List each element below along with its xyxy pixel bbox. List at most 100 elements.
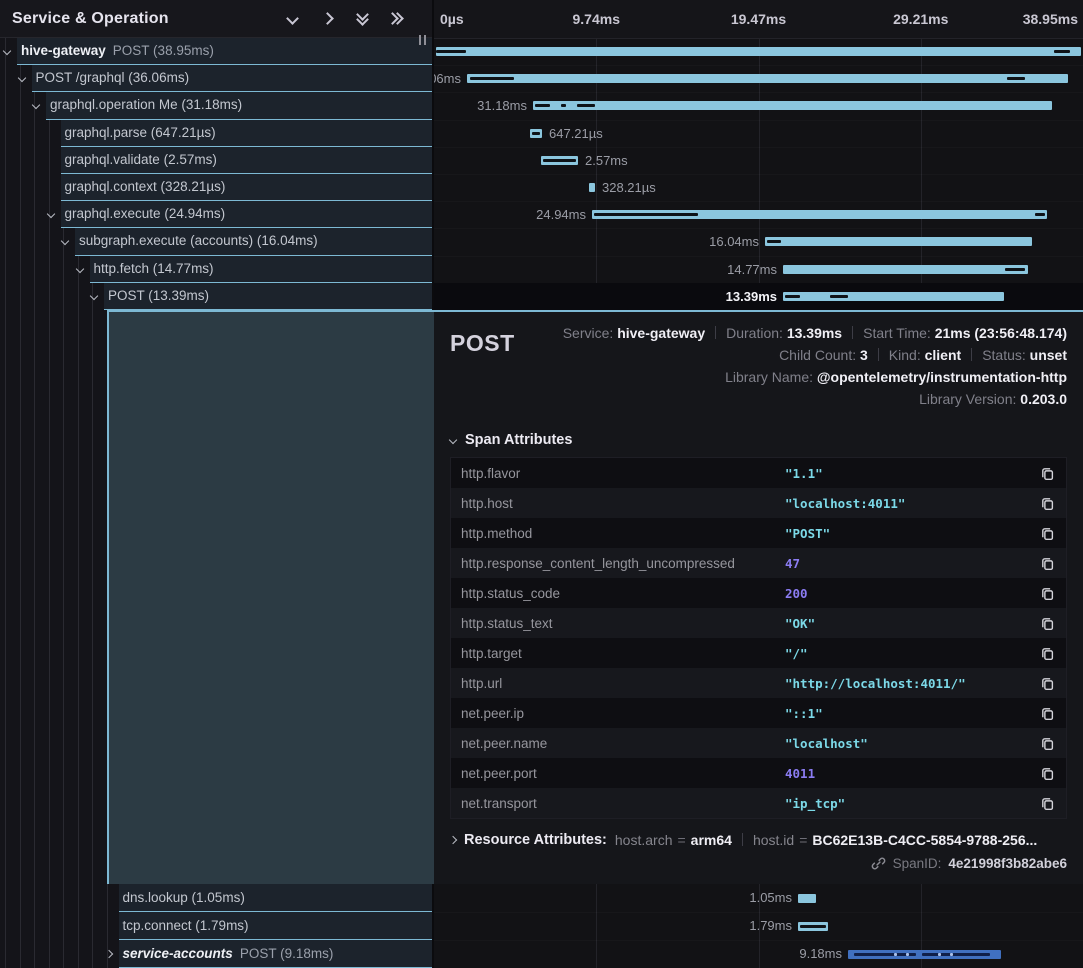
span-duration-label: 9.18ms (799, 940, 842, 968)
span-duration-label: 14.77ms (727, 256, 777, 283)
tree-span-row[interactable]: service-accountsPOST (9.18ms) (0, 940, 432, 968)
axis-tick: 0µs (440, 0, 464, 38)
meta-value: unset (1030, 347, 1067, 363)
timeline-span-row[interactable]: 38.95ms (434, 38, 1083, 66)
timeline-span-row[interactable]: 2.57ms (434, 147, 1083, 175)
panel-resize-handle[interactable] (419, 35, 426, 45)
span-duration-label: 36.06ms (434, 65, 461, 92)
collapse-one-icon[interactable] (285, 12, 299, 26)
attribute-key: net.peer.name (461, 736, 785, 751)
timeline-span-row[interactable]: 647.21µs (434, 120, 1083, 148)
tree-span-row[interactable]: graphql.parse (647.21µs) (0, 120, 432, 147)
span-attributes-header[interactable]: Span Attributes (450, 432, 1067, 448)
chevron-down-icon[interactable] (75, 264, 83, 272)
attribute-key: http.host (461, 496, 785, 511)
expand-all-icon[interactable] (390, 12, 404, 26)
attribute-row: http.target"/" (451, 638, 1066, 668)
copy-icon[interactable] (1038, 524, 1056, 542)
tree-span-row[interactable]: POST (13.39ms) (0, 283, 432, 310)
attribute-row: http.method"POST" (451, 518, 1066, 548)
link-icon[interactable] (871, 856, 886, 871)
tree-row-band: hive-gatewayPOST (38.95ms) (17, 38, 432, 65)
attribute-row: net.peer.name"localhost" (451, 728, 1066, 758)
chevron-down-icon[interactable] (90, 292, 98, 300)
attribute-row: net.peer.port4011 (451, 758, 1066, 788)
copy-icon[interactable] (1038, 614, 1056, 632)
span-duration-bar[interactable] (467, 74, 1068, 83)
timeline-span-row[interactable]: 1.05ms (434, 884, 1083, 913)
tree-span-row[interactable]: hive-gatewayPOST (38.95ms) (0, 38, 432, 65)
chevron-down-icon[interactable] (3, 47, 11, 55)
attribute-value: "POST" (785, 526, 1038, 541)
span-duration-bar[interactable] (783, 265, 1028, 274)
tree-header-icons (285, 12, 404, 26)
attribute-key: http.status_text (461, 616, 785, 631)
tree-span-row[interactable]: subgraph.execute (accounts) (16.04ms) (0, 228, 432, 255)
timeline-span-row[interactable]: 31.18ms (434, 92, 1083, 120)
span-duration-bar[interactable] (589, 183, 595, 192)
meta-value: 13.39ms (787, 325, 842, 341)
chevron-right-icon[interactable] (104, 949, 112, 957)
resource-attributes-row[interactable]: Resource Attributes: host.arch=arm64host… (450, 832, 1067, 848)
copy-icon[interactable] (1038, 764, 1056, 782)
attribute-row: http.flavor"1.1" (451, 458, 1066, 488)
span-duration-bar[interactable] (541, 156, 578, 165)
tree-row-band: graphql.operation Me (31.18ms) (46, 92, 432, 119)
copy-icon[interactable] (1038, 584, 1056, 602)
span-duration-bar[interactable] (765, 237, 1032, 246)
tree-span-row[interactable]: http.fetch (14.77ms) (0, 256, 432, 283)
attribute-key: http.target (461, 646, 785, 661)
span-duration-bar[interactable] (848, 950, 1001, 959)
tree-row-label: graphql.validate (2.57ms) (61, 147, 217, 173)
span-duration-bar[interactable] (533, 101, 1052, 110)
copy-icon[interactable] (1038, 554, 1056, 572)
tree-span-row[interactable]: graphql.execute (24.94ms) (0, 201, 432, 228)
copy-icon[interactable] (1038, 674, 1056, 692)
timeline-span-row[interactable]: 13.39ms (434, 283, 1083, 311)
span-duration-bar[interactable] (798, 922, 828, 931)
span-duration-bar[interactable] (436, 47, 1081, 56)
span-duration-bar[interactable] (592, 210, 1047, 219)
timeline-span-row[interactable]: 1.79ms (434, 912, 1083, 941)
chevron-down-icon[interactable] (32, 101, 40, 109)
tree-row-label: POST (13.39ms) (104, 283, 209, 309)
span-duration-label: 1.79ms (749, 912, 792, 940)
tree-span-row[interactable]: graphql.context (328.21µs) (0, 174, 432, 201)
timeline-span-row[interactable]: 16.04ms (434, 228, 1083, 256)
tree-span-row[interactable]: graphql.operation Me (31.18ms) (0, 92, 432, 119)
chevron-down-icon[interactable] (46, 210, 54, 218)
copy-icon[interactable] (1038, 464, 1056, 482)
copy-icon[interactable] (1038, 794, 1056, 812)
expand-one-icon[interactable] (320, 12, 334, 26)
copy-icon[interactable] (1038, 734, 1056, 752)
timeline-span-row[interactable]: 36.06ms (434, 65, 1083, 93)
copy-icon[interactable] (1038, 644, 1056, 662)
tree-row-band: dns.lookup (1.05ms) (119, 884, 433, 912)
collapse-all-icon[interactable] (355, 12, 369, 26)
tree-span-row[interactable]: POST /graphql (36.06ms) (0, 65, 432, 92)
timeline-span-row[interactable]: 9.18ms (434, 940, 1083, 968)
span-duration-bar[interactable] (530, 129, 542, 138)
attribute-value: "::1" (785, 706, 1038, 721)
tree-row-band: graphql.context (328.21µs) (61, 174, 433, 201)
tree-span-row[interactable]: dns.lookup (1.05ms) (0, 884, 432, 912)
span-attributes-title: Span Attributes (465, 432, 572, 448)
meta-value: 3 (860, 347, 868, 363)
span-tree-panel: Service & Operation hive-gatewayPOST (38… (0, 0, 434, 968)
copy-icon[interactable] (1038, 494, 1056, 512)
attribute-value: "localhost" (785, 736, 1038, 751)
tree-row-band: graphql.validate (2.57ms) (61, 147, 433, 174)
span-duration-bar[interactable] (783, 292, 1004, 301)
chevron-down-icon (449, 436, 457, 444)
tree-span-row[interactable]: tcp.connect (1.79ms) (0, 912, 432, 940)
copy-icon[interactable] (1038, 704, 1056, 722)
meta-value: 21ms (23:56:48.174) (935, 325, 1067, 341)
timeline-span-row[interactable]: 24.94ms (434, 201, 1083, 229)
span-duration-bar[interactable] (798, 894, 816, 903)
selected-span-region (107, 310, 434, 884)
tree-span-row[interactable]: graphql.validate (2.57ms) (0, 147, 432, 174)
timeline-span-row[interactable]: 328.21µs (434, 174, 1083, 202)
chevron-down-icon[interactable] (17, 74, 25, 82)
timeline-span-row[interactable]: 14.77ms (434, 256, 1083, 284)
chevron-down-icon[interactable] (61, 237, 69, 245)
